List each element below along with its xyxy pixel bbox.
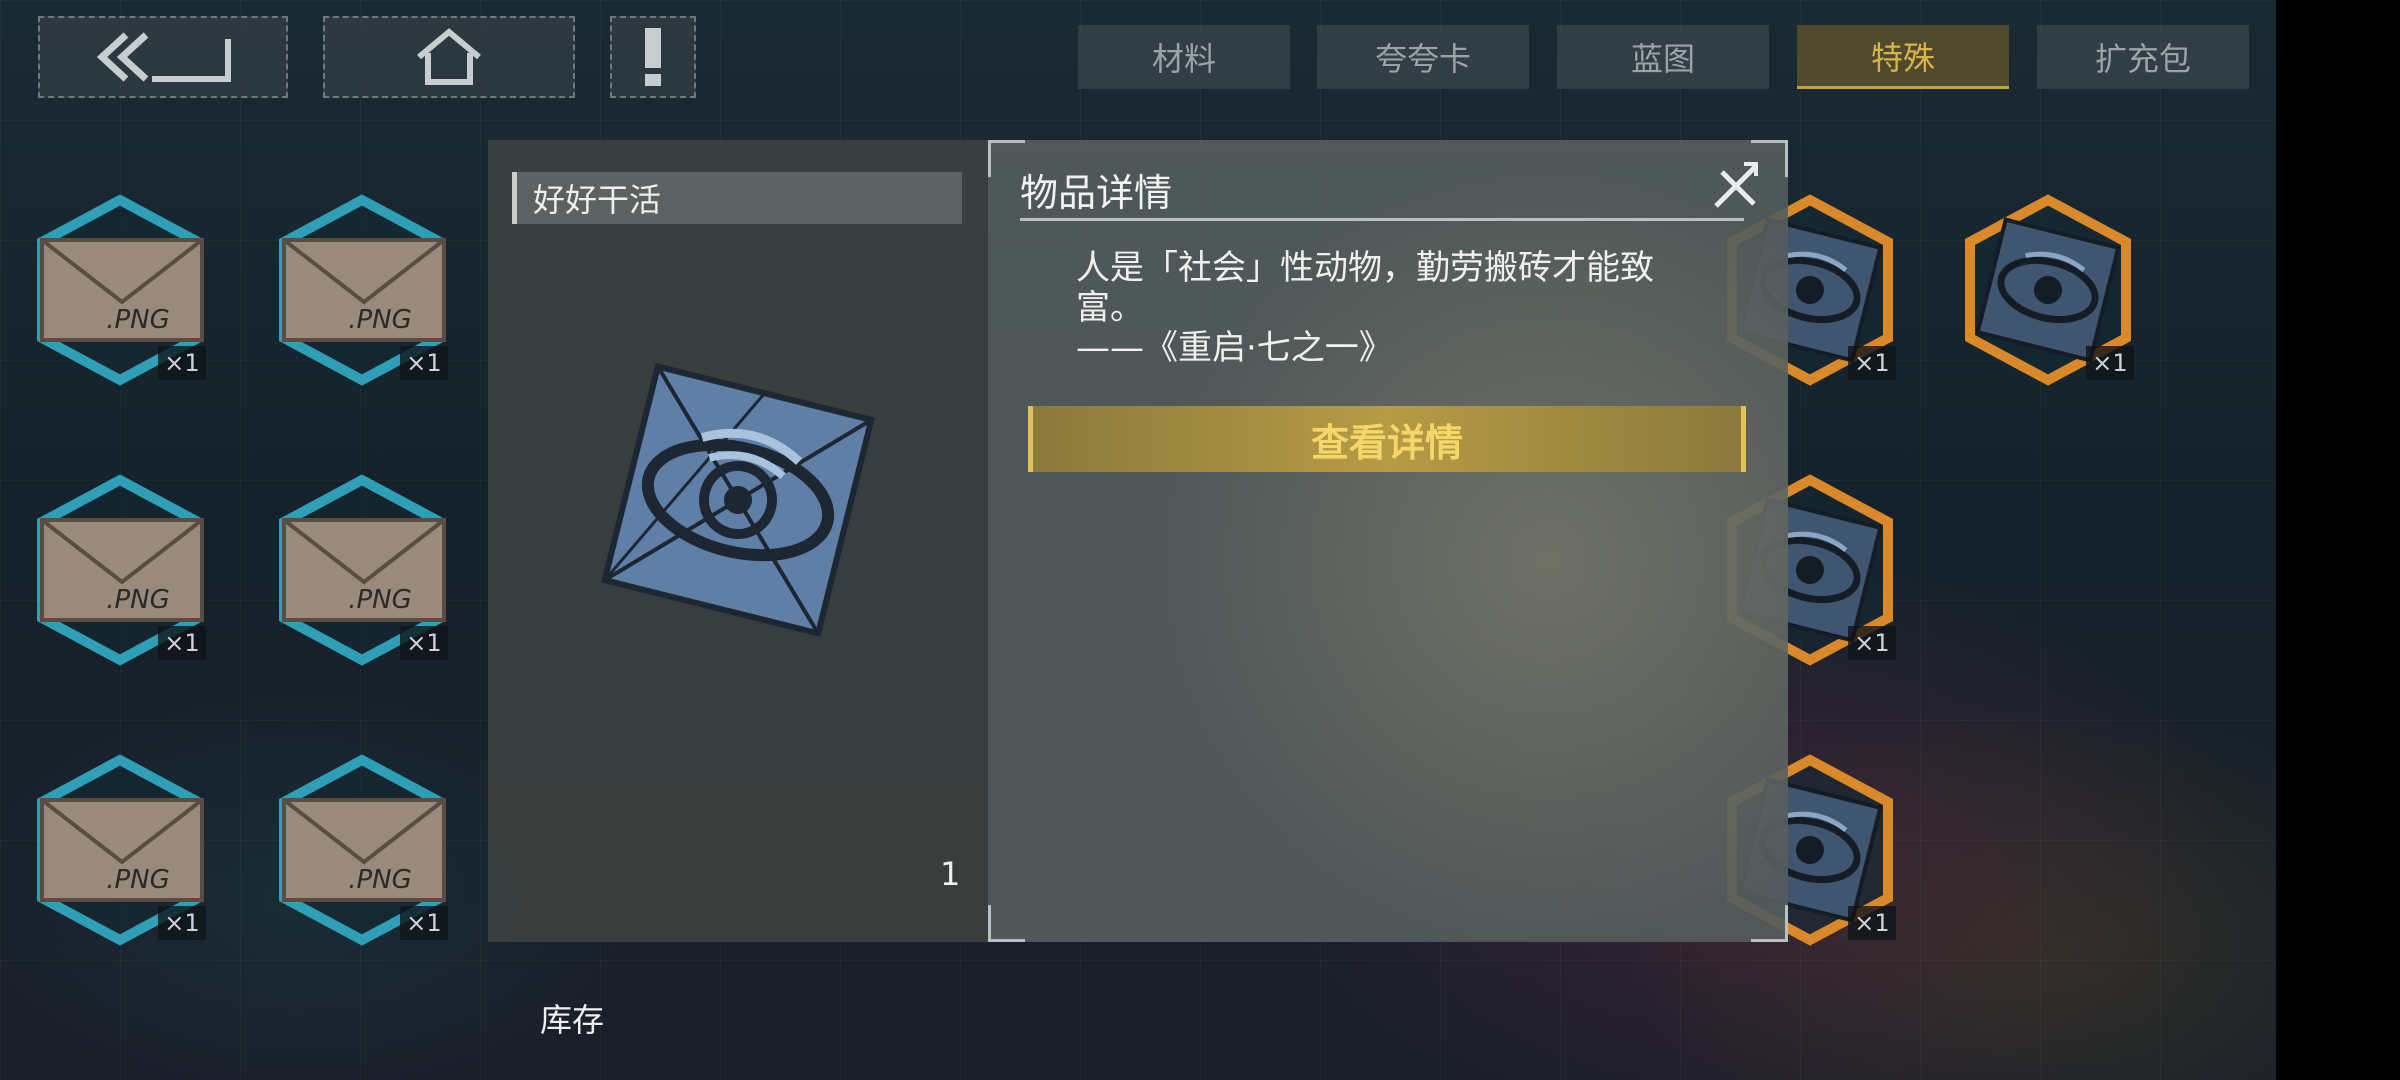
inventory-slot-eye-cube[interactable]: ×1 (1948, 190, 2148, 390)
item-preview-panel: 好好干活 库存 (488, 140, 988, 1039)
inventory-slot-envelope[interactable]: .PNG ×1 (262, 750, 462, 950)
item-count: ×1 (158, 906, 206, 940)
item-count: ×1 (158, 626, 206, 660)
envelope-label: .PNG (106, 865, 170, 895)
stock-label: 库存 (540, 1001, 605, 1039)
title-divider (1020, 218, 1744, 221)
tab-materials[interactable]: 材料 (1078, 25, 1290, 89)
detail-title: 物品详情 (1020, 171, 1173, 215)
item-count: ×1 (1848, 906, 1896, 940)
tab-special[interactable]: 特殊 (1797, 25, 2009, 89)
home-button[interactable] (323, 16, 575, 98)
inventory-slot-envelope[interactable]: .PNG ×1 (20, 470, 220, 670)
item-count: ×1 (400, 346, 448, 380)
view-details-button[interactable]: 查看详情 (1028, 406, 1746, 472)
inventory-slot-envelope[interactable]: .PNG ×1 (262, 470, 462, 670)
tab-praise-cards[interactable]: 夸夸卡 (1317, 25, 1529, 89)
item-count: ×1 (1848, 346, 1896, 380)
double-chevron-left-icon (96, 32, 231, 82)
panel-corner (1751, 905, 1788, 942)
envelope-label: .PNG (348, 865, 412, 895)
item-quote: ——《重启·七之一》 (1076, 328, 1393, 368)
item-count: ×1 (400, 906, 448, 940)
tab-expansion-packs[interactable]: 扩充包 (2037, 25, 2249, 89)
item-count: ×1 (400, 626, 448, 660)
envelope-label: .PNG (348, 585, 412, 615)
back-button[interactable] (38, 16, 288, 98)
panel-corner (988, 905, 1025, 942)
eye-cube-item-image (601, 363, 875, 637)
stock-value: 1 (940, 855, 961, 893)
inventory-slot-envelope[interactable]: .PNG ×1 (20, 190, 220, 390)
item-description: 人是「社会」性动物，勤劳搬砖才能致富。 (1076, 248, 1654, 328)
alert-button[interactable] (610, 16, 696, 98)
item-name: 好好干活 (512, 172, 962, 224)
tab-blueprints[interactable]: 蓝图 (1557, 25, 1769, 89)
screen-edge (2276, 0, 2400, 1080)
item-detail-panel: 物品详情 人是「社会」性动物，勤劳搬砖才能致富。 ——《重启·七之一》 查看详情 (988, 140, 1788, 942)
item-count: ×1 (158, 346, 206, 380)
close-icon[interactable] (1708, 158, 1764, 214)
item-count: ×1 (2086, 346, 2134, 380)
home-icon (417, 28, 481, 85)
envelope-label: .PNG (106, 305, 170, 335)
envelope-label: .PNG (348, 305, 412, 335)
inventory-slot-envelope[interactable]: .PNG ×1 (20, 750, 220, 950)
exclamation-icon (645, 28, 661, 86)
item-count: ×1 (1848, 626, 1896, 660)
inventory-slot-envelope[interactable]: .PNG ×1 (262, 190, 462, 390)
envelope-label: .PNG (106, 585, 170, 615)
